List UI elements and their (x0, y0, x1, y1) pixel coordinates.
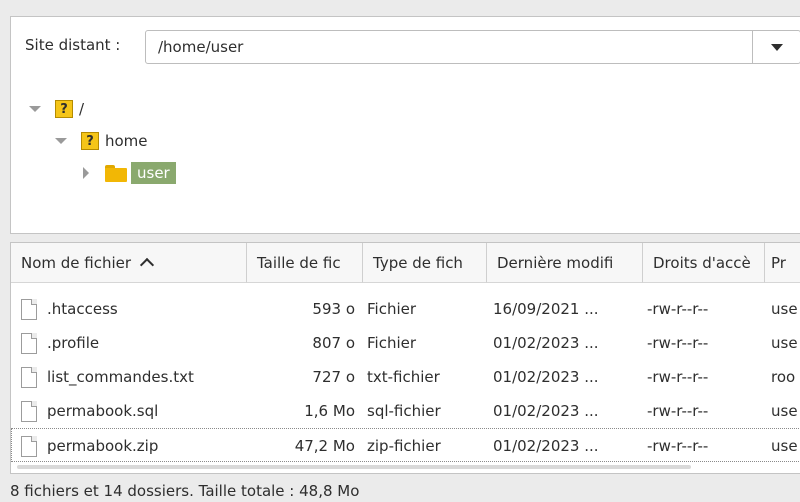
column-header-modified[interactable]: Dernière modifi (487, 243, 643, 283)
file-row[interactable]: .htaccess 593 o Fichier 16/09/2021 ... -… (11, 292, 800, 326)
remote-file-list: Nom de fichier Taille de fic Type de fic… (10, 242, 800, 474)
file-row[interactable]: list_commandes.txt 727 o txt-fichier 01/… (11, 360, 800, 394)
remote-path-input[interactable]: /home/user (146, 38, 752, 56)
file-size: 727 o (312, 368, 355, 386)
file-icon (21, 298, 37, 320)
file-permissions: -rw-r--r-- (647, 402, 709, 420)
column-header-size[interactable]: Taille de fic (247, 243, 363, 283)
file-row[interactable]: permabook.sql 1,6 Mo sql-fichier 01/02/2… (11, 394, 800, 428)
chevron-down-icon (770, 43, 783, 51)
tree-node-root[interactable]: ? / (29, 95, 84, 123)
remote-site-panel: Site distant : /home/user ? / ? home use… (10, 16, 800, 234)
file-permissions: -rw-r--r-- (647, 300, 709, 318)
file-permissions: -rw-r--r-- (647, 368, 709, 386)
file-permissions: -rw-r--r-- (647, 334, 709, 352)
file-name: permabook.zip (47, 437, 159, 455)
file-icon (21, 366, 37, 388)
file-icon (21, 435, 37, 457)
file-size: 593 o (312, 300, 355, 318)
file-size: 807 o (312, 334, 355, 352)
file-modified: 01/02/2023 ... (493, 437, 599, 455)
file-owner: use (771, 402, 798, 420)
file-type: txt-fichier (367, 368, 440, 386)
column-header-filename[interactable]: Nom de fichier (11, 243, 247, 283)
file-icon (21, 332, 37, 354)
file-owner: use (771, 334, 798, 352)
file-name: permabook.sql (47, 402, 159, 420)
file-modified: 01/02/2023 ... (493, 402, 599, 420)
file-size: 47,2 Mo (294, 437, 355, 455)
tree-node-label: / (79, 100, 85, 118)
tree-node-label: home (105, 132, 148, 150)
file-name: .profile (47, 334, 100, 352)
expander-closed-icon[interactable] (83, 167, 89, 179)
status-bar-text: 8 fichiers et 14 dossiers. Taille totale… (10, 482, 360, 500)
question-folder-icon: ? (55, 100, 73, 118)
tree-node-home[interactable]: ? home (55, 127, 148, 155)
tree-node-user[interactable]: user (83, 159, 176, 187)
file-owner: use (771, 300, 798, 318)
file-row-focused[interactable]: permabook.zip 47,2 Mo zip-fichier 01/02/… (11, 428, 800, 462)
file-size: 1,6 Mo (304, 402, 355, 420)
file-type: Fichier (367, 300, 417, 318)
sort-ascending-icon (141, 258, 151, 268)
file-owner: roo (771, 368, 796, 386)
remote-site-label: Site distant : (25, 36, 121, 54)
question-folder-icon: ? (81, 132, 99, 150)
panel-splitter[interactable] (10, 234, 800, 242)
expander-open-icon[interactable] (55, 138, 67, 144)
file-row[interactable]: .profile 807 o Fichier 01/02/2023 ... -r… (11, 326, 800, 360)
file-icon (21, 400, 37, 422)
expander-open-icon[interactable] (29, 106, 41, 112)
file-type: zip-fichier (367, 437, 441, 455)
file-owner: use (771, 437, 798, 455)
tree-node-label-selected: user (131, 162, 176, 184)
file-modified: 01/02/2023 ... (493, 334, 599, 352)
file-type: Fichier (367, 334, 417, 352)
column-header-type[interactable]: Type de fich (363, 243, 487, 283)
remote-path-dropdown-button[interactable] (752, 31, 800, 63)
column-header-permissions[interactable]: Droits d'accè (643, 243, 765, 283)
horizontal-scrollbar[interactable] (17, 465, 691, 469)
folder-icon (105, 164, 127, 182)
file-modified: 01/02/2023 ... (493, 368, 599, 386)
file-name: .htaccess (47, 300, 118, 318)
file-type: sql-fichier (367, 402, 441, 420)
column-header-owner[interactable]: Pr (765, 243, 800, 283)
remote-path-combobox[interactable]: /home/user (145, 30, 800, 64)
file-name: list_commandes.txt (47, 368, 194, 386)
file-modified: 16/09/2021 ... (493, 300, 599, 318)
file-permissions: -rw-r--r-- (647, 437, 709, 455)
